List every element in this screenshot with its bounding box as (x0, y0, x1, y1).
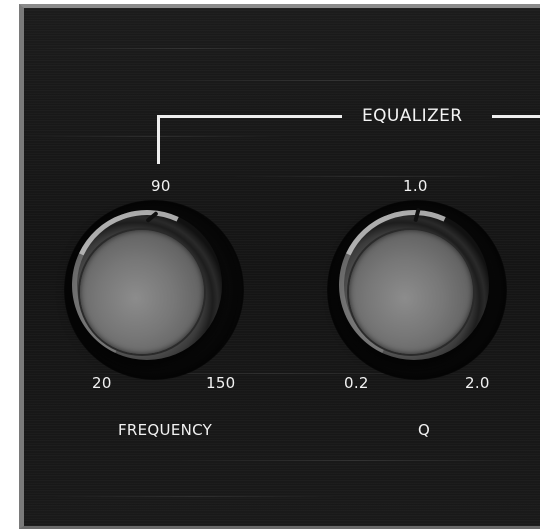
equalizer-bracket-left-horizontal (157, 115, 342, 118)
equalizer-panel: EQUALIZER 90 20 150 FREQUENCY 1.0 0.2 2.… (19, 4, 540, 529)
q-scale-min-label: 0.2 (344, 374, 369, 392)
frequency-knob[interactable] (50, 188, 244, 382)
frequency-scale-max-label: 150 (206, 374, 236, 392)
section-title-equalizer: EQUALIZER (362, 106, 463, 126)
q-scale-max-label: 2.0 (465, 374, 490, 392)
texture-streak (44, 496, 344, 497)
texture-streak (34, 48, 334, 49)
equalizer-bracket-right-horizontal (492, 115, 540, 118)
q-knob-cap (349, 230, 473, 354)
q-scale-top-label: 1.0 (403, 177, 428, 195)
frequency-label: FREQUENCY (118, 421, 213, 439)
texture-streak (24, 136, 284, 137)
equalizer-bracket-left-vertical (157, 115, 160, 164)
texture-streak (144, 80, 524, 81)
q-knob[interactable] (317, 188, 511, 382)
frequency-knob-cap (80, 230, 204, 354)
texture-streak (224, 176, 524, 177)
frequency-scale-top-label: 90 (151, 177, 171, 195)
frequency-scale-min-label: 20 (92, 374, 112, 392)
texture-streak (174, 460, 534, 461)
q-label: Q (418, 421, 431, 439)
